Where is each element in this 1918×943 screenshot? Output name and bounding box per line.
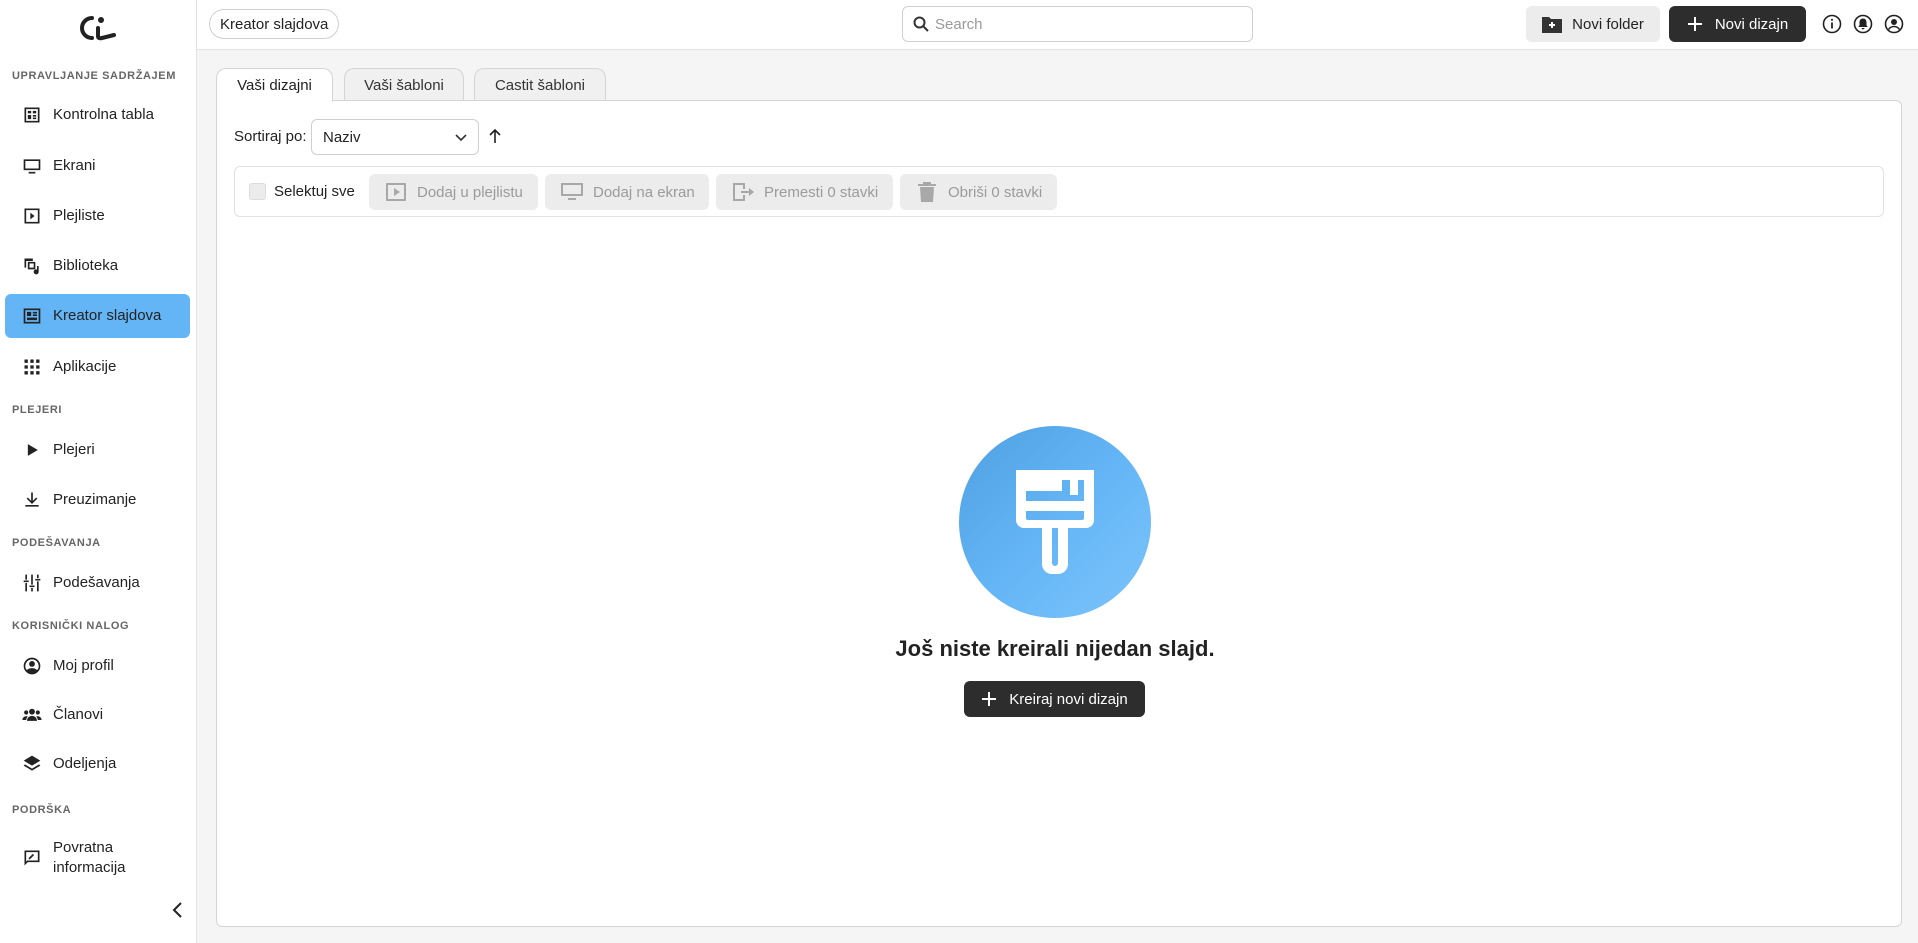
- add-to-screen-label: Dodaj na ekran: [593, 183, 695, 201]
- delete-items-button[interactable]: Obriši 0 stavki: [900, 174, 1057, 210]
- sidebar-item-dashboard[interactable]: Kontrolna tabla: [5, 93, 190, 137]
- search-box[interactable]: [902, 6, 1253, 42]
- dashboard-icon: [21, 104, 43, 126]
- sidebar-item-players[interactable]: Plejeri: [5, 428, 190, 472]
- plus-icon: [1687, 17, 1702, 31]
- sidebar-item-label: Povratna informacija: [53, 838, 126, 878]
- section-label-players: PLEJERI: [12, 404, 63, 416]
- sidebar-item-members[interactable]: Članovi: [5, 693, 190, 737]
- bulk-actions-toolbar: Selektuj sve Dodaj u plejlistu Dodaj na …: [234, 166, 1884, 217]
- sidebar: UPRAVLJANJE SADRŽAJEM Kontrolna tabla Ek…: [0, 0, 197, 943]
- tab-your-templates[interactable]: Vaši šabloni: [344, 68, 464, 101]
- collapse-sidebar-icon[interactable]: [168, 900, 188, 920]
- sidebar-item-library[interactable]: Biblioteka: [5, 244, 190, 288]
- folder-plus-icon: [1542, 17, 1563, 33]
- sidebar-item-label: Moj profil: [53, 657, 114, 674]
- topbar: Kreator slajdova Novi folder Novi dizajn: [197, 0, 1918, 50]
- play-icon: [21, 439, 43, 461]
- layers-icon: [21, 753, 43, 775]
- feedback-icon: [21, 847, 43, 869]
- section-label-content: UPRAVLJANJE SADRŽAJEM: [12, 70, 176, 82]
- users-icon: [21, 704, 43, 726]
- section-label-account: KORISNIČKI NALOG: [12, 620, 130, 632]
- sliders-icon: [21, 572, 43, 594]
- info-icon[interactable]: [1822, 14, 1842, 34]
- section-label-settings: PODEŠAVANJA: [12, 537, 101, 549]
- sidebar-item-label: Aplikacije: [53, 358, 117, 375]
- move-items-label: Premesti 0 stavki: [764, 183, 879, 201]
- sidebar-item-apps[interactable]: Aplikacije: [5, 345, 190, 389]
- monitor-icon: [21, 155, 43, 177]
- select-all-label[interactable]: Selektuj sve: [274, 183, 355, 200]
- new-design-label: Novi dizajn: [1714, 15, 1789, 33]
- new-design-button[interactable]: Novi dizajn: [1669, 6, 1806, 42]
- media-library-icon: [21, 255, 43, 277]
- add-to-playlist-label: Dodaj u plejlistu: [417, 183, 523, 201]
- sidebar-item-label: Podešavanja: [53, 574, 140, 591]
- chevron-down-icon: [455, 134, 467, 142]
- sidebar-item-label: Plejeri: [53, 441, 95, 458]
- empty-state-title: Još niste kreirali nijedan slajd.: [895, 636, 1215, 661]
- sidebar-item-label: Odeljenja: [53, 755, 117, 772]
- create-new-design-label: Kreiraj novi dizajn: [1009, 690, 1128, 708]
- playlist-icon: [386, 183, 406, 201]
- new-folder-label: Novi folder: [1572, 15, 1644, 33]
- sidebar-item-profile[interactable]: Moj profil: [5, 644, 190, 688]
- sidebar-item-label: Članovi: [53, 706, 104, 723]
- add-to-screen-button[interactable]: Dodaj na ekran: [545, 174, 709, 210]
- section-label-support: PODRŠKA: [12, 804, 72, 816]
- castit-logo[interactable]: [74, 14, 122, 42]
- create-new-design-button[interactable]: Kreiraj novi dizajn: [964, 681, 1145, 717]
- sidebar-item-label: Ekrani: [53, 157, 96, 174]
- sidebar-item-playlists[interactable]: Plejliste: [5, 194, 190, 238]
- playlist-icon: [21, 205, 43, 227]
- sidebar-item-label: Kontrolna tabla: [53, 106, 154, 123]
- trash-icon: [918, 182, 936, 202]
- tab-castit-templates[interactable]: Castit šabloni: [474, 68, 606, 101]
- plus-icon: [982, 692, 997, 706]
- monitor-icon: [561, 183, 583, 200]
- search-icon: [913, 16, 929, 32]
- sidebar-item-settings[interactable]: Podešavanja: [5, 561, 190, 605]
- download-icon: [21, 489, 43, 511]
- user-circle-icon: [21, 655, 43, 677]
- add-to-playlist-button[interactable]: Dodaj u plejlistu: [369, 174, 538, 210]
- move-icon: [733, 183, 754, 201]
- breadcrumb[interactable]: Kreator slajdova: [209, 9, 340, 39]
- paint-brush-icon: [1016, 470, 1094, 574]
- sort-select-value: Naziv: [323, 128, 361, 146]
- delete-items-label: Obriši 0 stavki: [948, 183, 1043, 201]
- empty-state-illustration: [959, 426, 1151, 618]
- sidebar-item-label: Kreator slajdova: [53, 307, 162, 324]
- notifications-bell-icon[interactable]: [1853, 14, 1873, 34]
- sidebar-item-slide-creator[interactable]: Kreator slajdova: [5, 294, 190, 338]
- sort-select[interactable]: Naziv: [311, 119, 479, 155]
- sidebar-item-label: Plejliste: [53, 207, 105, 224]
- sidebar-item-label: Preuzimanje: [53, 491, 137, 508]
- sidebar-item-downloads[interactable]: Preuzimanje: [5, 478, 190, 522]
- sidebar-item-screens[interactable]: Ekrani: [5, 144, 190, 188]
- account-icon[interactable]: [1884, 14, 1904, 34]
- sort-label: Sortiraj po:: [234, 128, 307, 145]
- sort-direction-arrow-icon[interactable]: [488, 127, 502, 145]
- move-items-button[interactable]: Premesti 0 stavki: [716, 174, 893, 210]
- tab-your-designs[interactable]: Vaši dizajni: [216, 68, 333, 102]
- new-folder-button[interactable]: Novi folder: [1526, 6, 1660, 42]
- search-input[interactable]: [935, 15, 1235, 33]
- feedback-label-line2: informacija: [53, 859, 126, 876]
- apps-grid-icon: [21, 356, 43, 378]
- select-all-checkbox[interactable]: [249, 183, 266, 200]
- sidebar-item-label: Biblioteka: [53, 257, 119, 274]
- sidebar-item-departments[interactable]: Odeljenja: [5, 742, 190, 786]
- slide-creator-icon: [21, 305, 43, 327]
- sidebar-item-feedback[interactable]: Povratna informacija: [5, 833, 190, 883]
- feedback-label-line1: Povratna: [53, 839, 114, 856]
